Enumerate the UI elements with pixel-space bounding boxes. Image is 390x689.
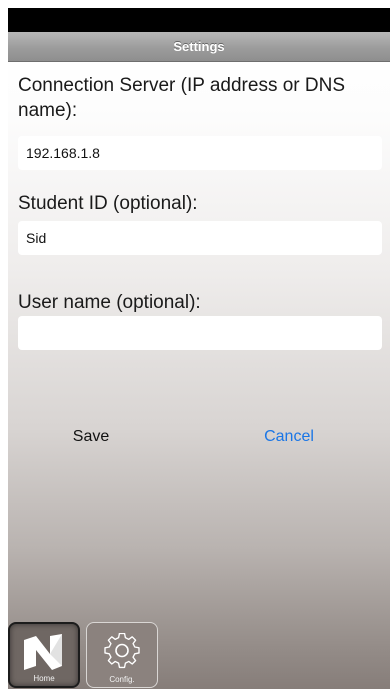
student-id-label: Student ID (optional):: [18, 193, 198, 214]
tab-config[interactable]: Config.: [86, 622, 158, 688]
server-input[interactable]: [18, 136, 382, 170]
status-bar: [8, 8, 390, 32]
page-title: Settings: [173, 39, 225, 54]
server-label: Connection Server (IP address or DNS nam…: [18, 75, 346, 121]
app-screen: Settings Connection Server (IP address o…: [8, 8, 390, 689]
tab-bar: Home Config.: [8, 620, 390, 689]
tab-config-label: Config.: [109, 675, 135, 684]
user-name-input[interactable]: [18, 316, 382, 350]
save-button[interactable]: Save: [60, 428, 122, 446]
gear-icon: [102, 633, 142, 675]
cancel-button[interactable]: Cancel: [254, 428, 324, 446]
user-name-label: User name (optional):: [18, 292, 201, 313]
tab-home-label: Home: [33, 674, 55, 683]
n-logo-icon: [22, 632, 66, 674]
navigation-bar: Settings: [8, 32, 390, 62]
tab-home[interactable]: Home: [8, 622, 80, 688]
student-id-input[interactable]: [18, 221, 382, 255]
